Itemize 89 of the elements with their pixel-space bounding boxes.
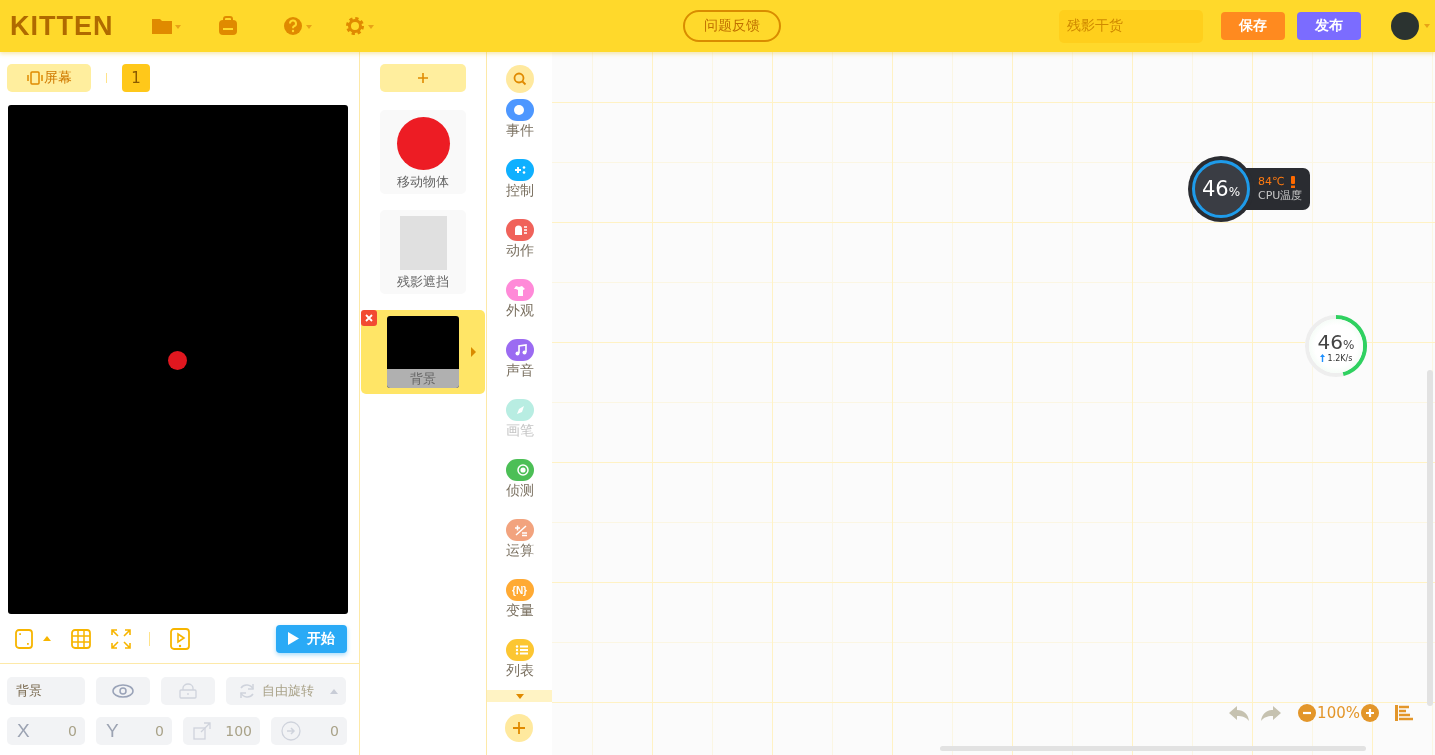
eye-icon [112, 684, 134, 698]
publish-button[interactable]: 发布 [1297, 12, 1361, 40]
phone-icon [26, 71, 43, 85]
folder-icon[interactable] [151, 16, 181, 36]
music-note-icon[interactable] [505, 339, 534, 361]
category-label[interactable]: 控制 [505, 182, 534, 200]
delete-button[interactable] [361, 310, 377, 326]
sprite-card[interactable]: 背景 [361, 310, 485, 394]
visibility-button[interactable] [96, 677, 150, 705]
upload-speed: 1.2K/s [1327, 353, 1353, 363]
grid-icon[interactable] [71, 628, 91, 649]
backpack-icon[interactable] [217, 16, 239, 36]
sprite-name: 移动物体 [397, 173, 449, 191]
category-label[interactable]: 声音 [505, 362, 534, 380]
backdrop-name: 背景 [387, 369, 459, 388]
category-label[interactable]: 变量 [505, 602, 534, 620]
add-extension-button[interactable] [505, 714, 533, 742]
add-sprite-button[interactable] [380, 64, 466, 92]
square-thumbnail [399, 216, 447, 270]
warning-icon [1291, 175, 1296, 188]
rotate-icon [238, 682, 256, 700]
caret-up-icon[interactable] [43, 636, 51, 641]
device-frame-icon[interactable] [15, 628, 33, 649]
align-left-icon[interactable] [1395, 705, 1413, 721]
rotation-mode-dropdown[interactable]: 自由旋转 [226, 677, 346, 705]
lock-button[interactable] [161, 677, 215, 705]
ghost-icon[interactable] [505, 219, 534, 241]
direction-icon [281, 721, 301, 741]
plus-icon [418, 73, 428, 83]
feedback-button[interactable]: 问题反馈 [683, 10, 781, 42]
percent-sign: % [1228, 185, 1241, 199]
category-label[interactable]: 外观 [505, 302, 534, 320]
zoom-level: 100% [1317, 704, 1360, 722]
vertical-scrollbar[interactable] [1427, 370, 1433, 706]
sprite-name: 残影遮挡 [397, 273, 449, 291]
sprite-card[interactable]: 移动物体 [380, 110, 466, 194]
category-label[interactable]: 动作 [505, 242, 534, 260]
sprite-dot [168, 351, 187, 370]
category-label[interactable]: 列表 [505, 662, 534, 680]
toggle-icon[interactable] [505, 99, 534, 121]
cpu-label: CPU温度 [1258, 188, 1303, 203]
close-icon [365, 314, 373, 322]
cpu-usage-value: 46 [1201, 177, 1229, 201]
tablet-play-icon[interactable] [170, 627, 190, 650]
gamepad-icon[interactable] [505, 159, 534, 181]
caret-right-icon [471, 347, 476, 357]
search-icon [512, 72, 527, 86]
redo-icon[interactable] [1260, 704, 1283, 722]
sprite-card[interactable]: 残影遮挡 [380, 210, 466, 294]
y-field[interactable]: Y 0 [96, 717, 172, 745]
play-icon [288, 632, 299, 645]
app-logo: KITTEN [10, 10, 115, 42]
horizontal-scrollbar[interactable] [940, 746, 1366, 751]
category-label[interactable]: 运算 [505, 542, 534, 560]
upload-arrow-icon [1319, 354, 1325, 362]
plus-icon [513, 722, 525, 734]
save-button[interactable]: 保存 [1221, 12, 1285, 40]
help-icon[interactable] [283, 16, 313, 36]
sprite-name-field[interactable]: 背景 [7, 677, 85, 705]
percent-sign: % [1343, 337, 1355, 352]
zoom-out-icon[interactable] [1298, 704, 1317, 722]
screen-button[interactable]: 屏幕 [7, 64, 91, 92]
direction-field[interactable]: 0 [271, 717, 347, 745]
usage-value: 46 [1317, 329, 1343, 354]
caret-icon[interactable] [1424, 24, 1430, 28]
circle-thumbnail [396, 117, 450, 170]
scroll-down-button[interactable] [487, 690, 552, 702]
caret-up-icon [330, 688, 338, 694]
lock-icon [179, 683, 197, 699]
page-tab[interactable]: 1 [122, 64, 150, 92]
x-field[interactable]: X 0 [7, 717, 85, 745]
settings-icon[interactable] [345, 16, 375, 36]
target-icon[interactable] [505, 459, 534, 481]
temperature-reading: 84℃ [1258, 175, 1285, 188]
user-avatar[interactable] [1391, 12, 1419, 40]
zoom-in-icon[interactable] [1361, 704, 1379, 722]
category-label[interactable]: 侦测 [505, 482, 534, 500]
search-button[interactable] [505, 65, 534, 93]
tshirt-icon[interactable] [505, 279, 534, 301]
scale-field[interactable]: 100 [183, 717, 260, 745]
caret-down-icon [515, 693, 524, 699]
category-label[interactable]: 事件 [505, 122, 534, 140]
project-name-field[interactable]: 残影干货 [1059, 9, 1203, 43]
scale-icon [193, 722, 211, 740]
list-icon[interactable] [505, 639, 534, 661]
undo-icon[interactable] [1228, 704, 1251, 722]
fullscreen-icon[interactable] [111, 628, 131, 649]
start-button[interactable]: 开始 [276, 624, 347, 653]
math-icon[interactable] [505, 519, 534, 541]
